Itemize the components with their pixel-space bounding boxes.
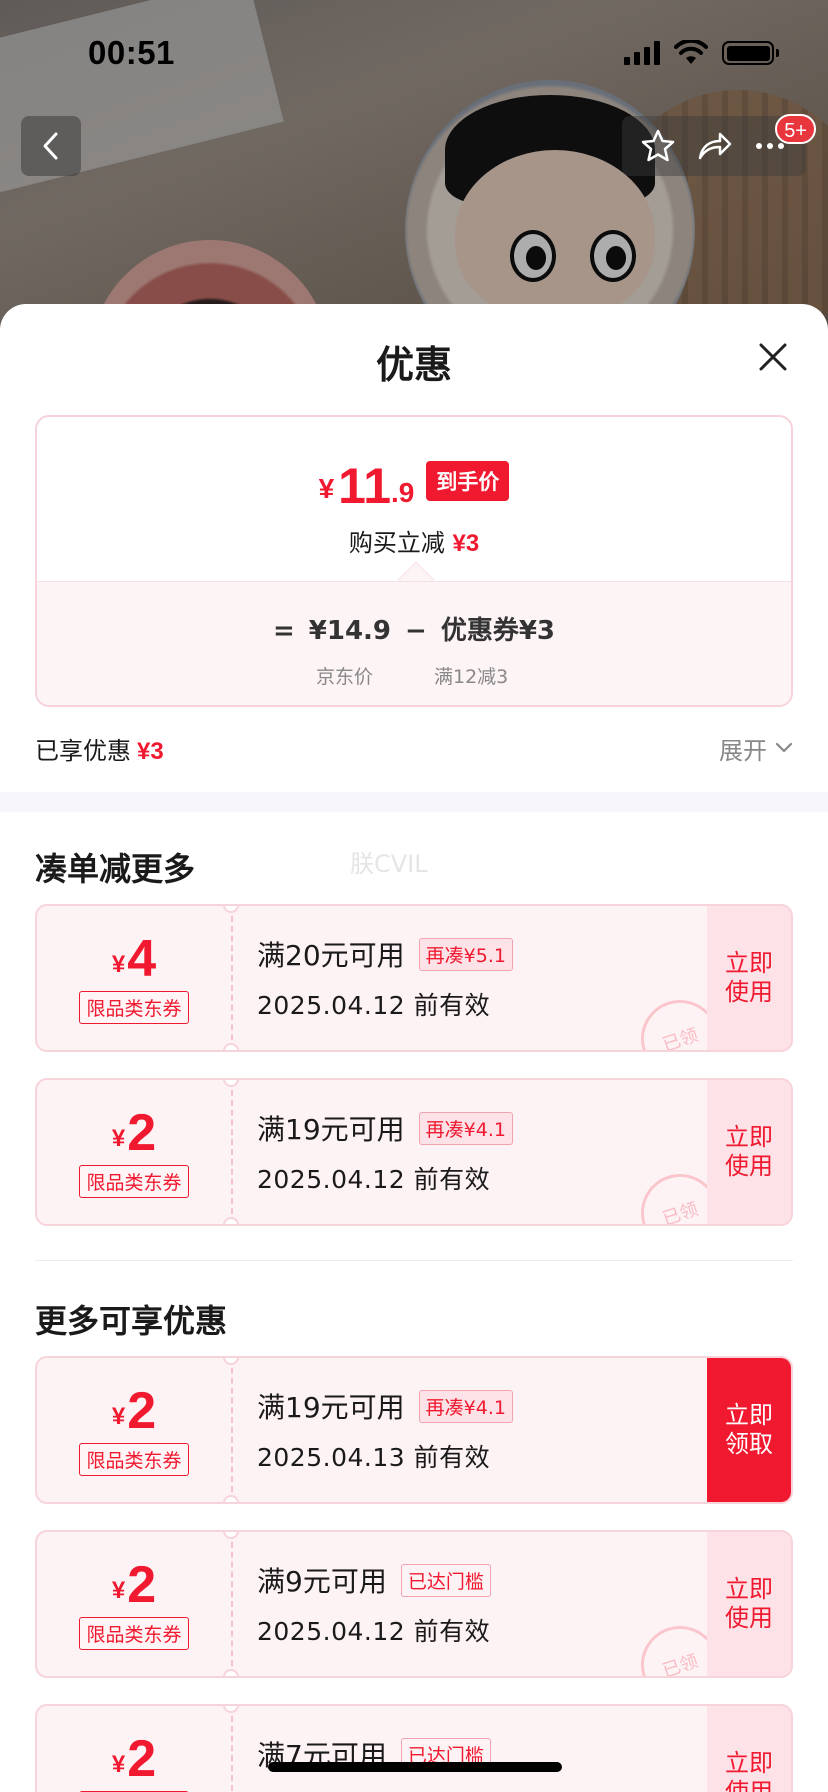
expand-button[interactable]: 展开	[719, 731, 793, 766]
status-bar: 00:51	[0, 0, 828, 100]
coupon-validity: 2025.04.12 前有效	[257, 1617, 491, 1646]
coupon-type: 限品类东券	[79, 1164, 189, 1198]
use-now-button[interactable]: 立即 使用	[707, 1532, 791, 1676]
coupon-condition: 满20元可用	[257, 939, 405, 972]
use-now-button[interactable]: 立即 使用	[707, 906, 791, 1050]
coupon-deduction: 优惠券¥3	[440, 616, 556, 646]
coupon-hint: 已达门槛	[400, 1563, 491, 1597]
currency-symbol: ¥	[111, 1402, 126, 1430]
instant-cut-label: 购买立减	[348, 529, 445, 557]
back-button[interactable]	[21, 116, 81, 176]
close-button[interactable]	[756, 340, 790, 374]
coupon-amount-value: 2	[127, 1381, 157, 1440]
message-count-badge: 5+	[775, 114, 816, 144]
currency-symbol: ¥	[111, 1124, 126, 1152]
currency-symbol: ¥	[111, 1750, 126, 1778]
coupon-type: 限品类东券	[79, 1616, 189, 1650]
coupon-card: ¥2 限品类东券 满7元可用已达门槛 立即使用	[35, 1704, 793, 1792]
chevron-down-icon	[775, 742, 793, 753]
coupon-type: 限品类东券	[79, 990, 189, 1024]
final-price-tag: 到手价	[426, 461, 510, 501]
price-breakdown: = ¥14.9 − 优惠券¥3 京东价 满12减3	[37, 581, 791, 705]
discount-sheet: 优惠 ¥ 11 .9 到手价 购买立减 ¥3 = ¥14.9 − 优惠券¥3 京…	[0, 304, 828, 1792]
final-price: ¥ 11 .9	[319, 461, 415, 511]
coupon-hint: 再凑¥5.1	[418, 937, 513, 971]
sheet-title: 优惠	[375, 343, 452, 387]
final-price-integer: 11	[338, 458, 392, 514]
watermark: 朕CVIL	[350, 850, 428, 878]
coupon-amount-value: 2	[127, 1729, 157, 1788]
star-icon	[641, 129, 675, 162]
coupon-amount-value: 4	[127, 929, 157, 988]
use-now-button[interactable]: 立即 使用	[707, 1080, 791, 1224]
base-price-label: 京东价	[316, 666, 374, 688]
instant-cut-value: ¥3	[452, 530, 480, 557]
coupon-amount: ¥2	[112, 1107, 156, 1159]
coupon-card: ¥4 限品类东券 满20元可用 再凑¥5.1 2025.04.12 前有效 已领 …	[35, 904, 793, 1052]
coupon-card: ¥2 限品类东券 满19元可用 再凑¥4.1 2025.04.13 前有效 立即领…	[35, 1356, 793, 1504]
coupon-hint: 再凑¥4.1	[418, 1389, 513, 1423]
wifi-icon	[674, 40, 708, 64]
close-icon	[759, 343, 787, 371]
section-title-more-orders: 凑单减更多	[35, 850, 196, 888]
enjoyed-value: ¥3	[137, 737, 164, 765]
enjoyed-label: 已享优惠	[35, 736, 131, 765]
coupon-validity: 2025.04.13 前有效	[257, 1443, 491, 1472]
section-divider	[0, 792, 828, 812]
coupon-condition: 满19元可用	[257, 1391, 405, 1424]
coupon-type: 限品类东券	[79, 1442, 189, 1476]
status-time: 00:51	[88, 34, 175, 71]
coupon-hint: 再凑¥4.1	[418, 1111, 513, 1145]
coupon-amount: ¥4	[112, 933, 156, 985]
price-summary-card: ¥ 11 .9 到手价 购买立减 ¥3 = ¥14.9 − 优惠券¥3 京东价 …	[35, 415, 793, 707]
coupon-amount-value: 2	[127, 1103, 157, 1162]
chevron-left-icon	[43, 132, 58, 160]
coupon-amount: ¥2	[112, 1559, 156, 1611]
claim-now-button[interactable]: 立即 领取	[707, 1358, 791, 1502]
coupon-amount: ¥2	[112, 1385, 156, 1437]
section-title-more-offers: 更多可享优惠	[35, 1302, 228, 1340]
minus-sign: −	[405, 616, 427, 646]
coupon-condition: 满19元可用	[257, 1113, 405, 1146]
home-indicator[interactable]	[268, 1762, 562, 1772]
cellular-signal-icon	[624, 41, 660, 65]
use-now-button[interactable]: 立即 使用	[707, 1706, 791, 1792]
favorite-button[interactable]	[636, 124, 680, 168]
share-icon	[698, 132, 732, 160]
equals-sign: =	[272, 616, 295, 646]
instant-cut: 购买立减 ¥3	[37, 523, 791, 558]
coupon-card: ¥2 限品类东券 满9元可用 已达门槛 2025.04.12 前有效 已领 立即使…	[35, 1530, 793, 1678]
enjoyed-discount-row: 已享优惠 ¥3 展开	[35, 728, 793, 768]
coupon-validity: 2025.04.12 前有效	[257, 991, 491, 1020]
battery-icon	[722, 41, 779, 65]
coupon-condition: 满9元可用	[257, 1565, 387, 1598]
coupon-validity: 2025.04.12 前有效	[257, 1165, 491, 1194]
expand-label: 展开	[719, 736, 767, 765]
coupon-rule-label: 满12减3	[434, 666, 509, 688]
final-price-decimal: .9	[391, 477, 415, 508]
share-button[interactable]	[692, 124, 736, 168]
base-price: ¥14.9	[308, 616, 392, 646]
currency-symbol: ¥	[318, 473, 335, 504]
coupon-amount: ¥2	[112, 1733, 156, 1785]
currency-symbol: ¥	[111, 950, 126, 978]
coupon-card: ¥2 限品类东券 满19元可用 再凑¥4.1 2025.04.12 前有效 已领 …	[35, 1078, 793, 1226]
currency-symbol: ¥	[111, 1576, 126, 1604]
list-divider	[35, 1260, 793, 1261]
coupon-amount-value: 2	[127, 1555, 157, 1614]
